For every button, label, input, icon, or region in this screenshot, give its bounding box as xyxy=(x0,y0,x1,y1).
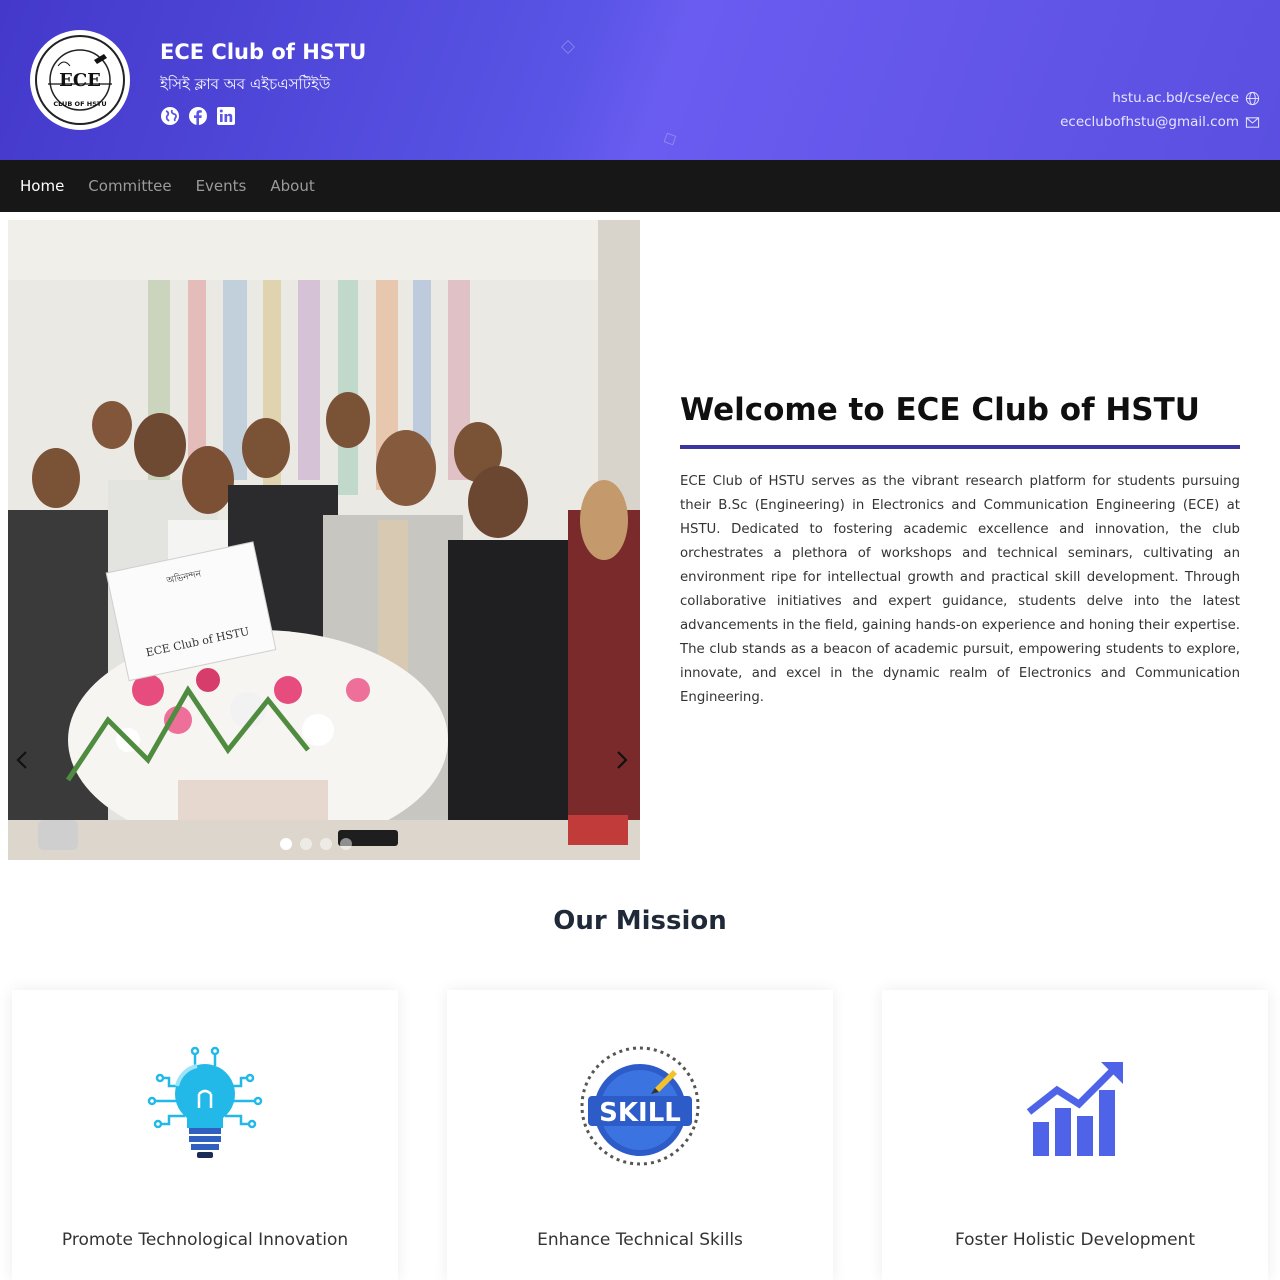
logo-ring-text: CLUB OF HSTU xyxy=(53,100,106,108)
carousel-indicator-2[interactable] xyxy=(300,838,312,850)
carousel-indicators xyxy=(280,838,352,850)
lightbulb-circuit-icon xyxy=(147,1046,263,1158)
globe-outline-icon xyxy=(1245,91,1260,105)
skill-badge-icon: SKILL xyxy=(580,1046,700,1166)
mission-card-title: Foster Holistic Development xyxy=(954,1230,1196,1250)
mission-heading: Our Mission xyxy=(553,906,727,936)
linkedin-icon[interactable] xyxy=(216,106,236,126)
carousel-slide-image: অভিনন্দন ECE Club of HSTU xyxy=(8,220,640,860)
skill-badge-text: SKILL xyxy=(599,1098,681,1128)
carousel-indicator-1[interactable] xyxy=(280,838,292,850)
site-title: ECE Club of HSTU xyxy=(160,40,367,64)
email-link[interactable]: ececlubofhstu@gmail.com xyxy=(1060,110,1260,134)
welcome-paragraph: ECE Club of HSTU serves as the vibrant r… xyxy=(680,474,1241,705)
nav-home[interactable]: Home xyxy=(20,177,64,195)
envelope-icon xyxy=(1245,116,1260,128)
mission-card-title: Enhance Technical Skills xyxy=(537,1230,743,1250)
mission-card-innovation: Promote Technological Innovation xyxy=(12,990,398,1280)
main-nav: Home Committee Events About xyxy=(0,160,1280,212)
nav-events[interactable]: Events xyxy=(196,177,247,195)
contact-info: hstu.ac.bd/cse/ece ececlubofhstu@gmail.c… xyxy=(1060,86,1260,134)
site-header: ECE CLUB OF HSTU ECE Club of HSTU ইসিই ক… xyxy=(0,0,1280,160)
mission-card-skills: SKILL Enhance Technical Skills xyxy=(447,990,833,1280)
club-logo[interactable]: ECE CLUB OF HSTU xyxy=(30,30,130,130)
mission-card-development: Foster Holistic Development xyxy=(882,990,1268,1280)
carousel-next-icon[interactable] xyxy=(608,744,636,776)
decor-shape xyxy=(663,132,677,146)
globe-icon[interactable] xyxy=(160,106,180,126)
facebook-icon[interactable] xyxy=(188,106,208,126)
nav-about[interactable]: About xyxy=(270,177,314,195)
website-text[interactable]: hstu.ac.bd/cse/ece xyxy=(1112,90,1239,106)
website-link[interactable]: hstu.ac.bd/cse/ece xyxy=(1060,86,1260,110)
carousel-prev-icon[interactable] xyxy=(8,744,36,776)
growth-chart-icon xyxy=(1026,1062,1123,1156)
welcome-divider xyxy=(680,445,1240,449)
logo-text: ECE xyxy=(59,70,101,91)
email-text[interactable]: ececlubofhstu@gmail.com xyxy=(1060,114,1239,130)
carousel-indicator-3[interactable] xyxy=(320,838,332,850)
decor-shape xyxy=(560,39,576,55)
carousel-indicator-4[interactable] xyxy=(340,838,352,850)
social-links xyxy=(160,106,236,126)
mission-card-title: Promote Technological Innovation xyxy=(61,1230,349,1250)
welcome-heading: Welcome to ECE Club of HSTU xyxy=(680,392,1200,428)
nav-committee[interactable]: Committee xyxy=(88,177,171,195)
photo-carousel[interactable]: অভিনন্দন ECE Club of HSTU xyxy=(8,220,640,860)
site-subtitle: ইসিই ক্লাব অব এইচএসটিইউ xyxy=(160,75,331,93)
